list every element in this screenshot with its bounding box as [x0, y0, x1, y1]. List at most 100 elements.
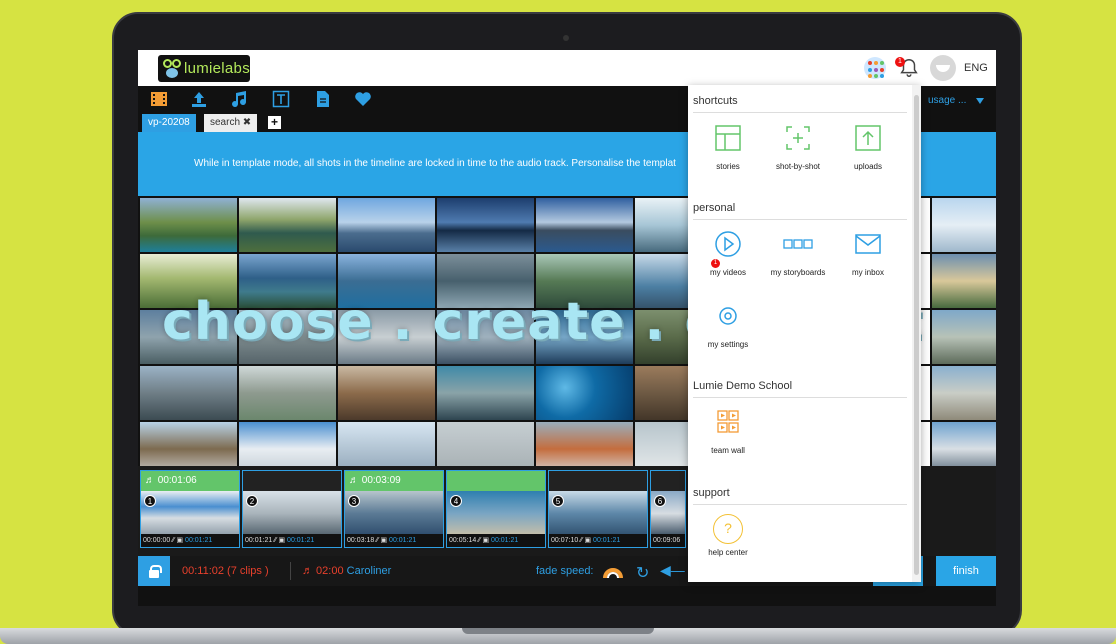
gear-icon: [719, 307, 737, 325]
fade-speed-label: fade speed:: [536, 565, 594, 577]
tab-search[interactable]: search ✖: [204, 114, 258, 132]
add-tab-button[interactable]: +: [268, 116, 281, 129]
timeline-clip[interactable]: 4 00:05:14 ⁄⁄ ▣ 00:01:21: [446, 470, 546, 548]
clip-music-duration: ♬ 00:03:09: [345, 471, 443, 491]
chevron-down-icon[interactable]: [976, 98, 984, 104]
clip-times: 00:01:21 ⁄⁄ ▣ 00:01:21: [243, 534, 341, 547]
document-icon[interactable]: [314, 90, 332, 108]
media-thumbnail[interactable]: [437, 366, 534, 420]
banner-text: While in template mode, all shots in the…: [194, 158, 676, 169]
media-thumbnail[interactable]: [239, 198, 336, 252]
tab-project[interactable]: vp-20208: [142, 114, 196, 132]
clip-thumbnail: [243, 491, 341, 536]
clip-length: 00:01:21: [185, 537, 213, 544]
personal-my-inbox[interactable]: my inbox: [832, 229, 904, 277]
media-thumbnail[interactable]: [437, 198, 534, 252]
notification-badge: 1: [895, 57, 905, 67]
clip-length: 00:01:21: [389, 537, 417, 544]
media-thumbnail[interactable]: [338, 366, 435, 420]
clip-thumbnail: [345, 491, 443, 536]
clip-mute-film-icon[interactable]: ⁄⁄ ▣: [272, 537, 287, 544]
timeline-clip[interactable]: ♬ 00:03:09 3 00:03:18 ⁄⁄ ▣ 00:01:21: [344, 470, 444, 548]
personal-label: my settings: [707, 340, 749, 349]
clip-start-time: 00:00:00: [143, 537, 171, 544]
fade-speed-gauge-icon[interactable]: [603, 563, 623, 583]
media-thumbnail[interactable]: [239, 366, 336, 420]
shortcuts-panel: shortcuts stories shot-by-shot uploads p…: [688, 85, 921, 582]
logo[interactable]: lumielabs: [158, 55, 250, 82]
clip-length: 00:01:21: [593, 537, 621, 544]
divider: [693, 219, 907, 220]
volume-icon[interactable]: ◀—: [660, 562, 685, 579]
section-title-school: Lumie Demo School: [693, 380, 793, 392]
clip-music-duration: ♬ 00:01:06: [141, 471, 239, 491]
personal-label: my videos: [709, 268, 746, 277]
clip-music-duration: [549, 471, 647, 491]
upload-icon[interactable]: [190, 90, 208, 108]
timeline-clip[interactable]: 5 00:07:10 ⁄⁄ ▣ 00:01:21: [548, 470, 648, 548]
personal-label: my inbox: [851, 268, 884, 277]
panel-scrollbar[interactable]: [912, 85, 921, 582]
section-title-support: support: [693, 487, 730, 499]
media-thumbnail[interactable]: [140, 366, 237, 420]
shortcut-label: shot-by-shot: [775, 162, 821, 171]
stories-icon: [715, 125, 741, 151]
finish-button[interactable]: finish: [936, 556, 996, 586]
divider: [290, 562, 291, 580]
avatar[interactable]: [930, 55, 956, 81]
clip-number: 6: [654, 495, 666, 507]
support-help-center[interactable]: ? help center: [692, 514, 764, 557]
music-icon[interactable]: [230, 90, 248, 108]
media-thumbnail[interactable]: [932, 198, 996, 252]
personal-my-videos[interactable]: my videos 1: [692, 229, 764, 277]
film-icon[interactable]: [150, 90, 168, 108]
team-wall-icon: [717, 410, 739, 433]
divider: [693, 504, 907, 505]
shortcut-shot-by-shot[interactable]: shot-by-shot: [762, 123, 834, 171]
media-thumbnail[interactable]: [932, 366, 996, 420]
section-title-personal: personal: [693, 202, 736, 214]
clip-mute-film-icon[interactable]: ⁄⁄ ▣: [170, 537, 185, 544]
media-thumbnail[interactable]: [536, 198, 633, 252]
timeline-clip[interactable]: ♬ 00:01:06 1 00:00:00 ⁄⁄ ▣ 00:01:21: [140, 470, 240, 548]
media-thumbnail[interactable]: [932, 310, 996, 364]
storyboard-icon: [783, 239, 813, 249]
media-thumbnail[interactable]: [140, 198, 237, 252]
apps-grid-icon[interactable]: [864, 57, 886, 79]
shortcut-uploads[interactable]: uploads: [832, 123, 904, 171]
media-thumbnail[interactable]: [338, 198, 435, 252]
clip-music-duration: [651, 471, 685, 491]
music-track[interactable]: ♬ 02:00 Caroliner: [302, 565, 391, 577]
clip-music-duration: [447, 471, 545, 491]
clip-start-time: 00:07:10: [551, 537, 579, 544]
clip-thumbnail: [141, 491, 239, 536]
timeline-clip[interactable]: 6 00:09:06: [650, 470, 686, 548]
logo-text: lumielabs: [183, 60, 250, 77]
personal-my-storyboards[interactable]: my storyboards: [762, 229, 834, 277]
clip-mute-film-icon[interactable]: ⁄⁄ ▣: [374, 537, 389, 544]
personal-label: my storyboards: [770, 268, 826, 277]
laptop-notch: [462, 628, 654, 634]
school-team-wall[interactable]: team wall: [692, 407, 764, 455]
personal-my-settings[interactable]: my settings: [692, 301, 764, 349]
clip-number: 4: [450, 495, 462, 507]
media-thumbnail[interactable]: [932, 254, 996, 308]
lock-button[interactable]: [138, 556, 170, 586]
total-duration: 00:11:02 (7 clips ): [182, 565, 269, 577]
clip-start-time: 00:09:06: [653, 537, 681, 544]
heart-icon[interactable]: [354, 90, 372, 108]
clip-thumbnail: [549, 491, 647, 536]
clip-mute-film-icon[interactable]: ⁄⁄ ▣: [578, 537, 593, 544]
clip-mute-film-icon[interactable]: ⁄⁄ ▣: [476, 537, 491, 544]
clip-times: 00:09:06: [651, 534, 685, 547]
text-icon[interactable]: [272, 90, 290, 108]
timeline-clip[interactable]: 2 00:01:21 ⁄⁄ ▣ 00:01:21: [242, 470, 342, 548]
usage-menu[interactable]: usage ...: [928, 95, 966, 106]
media-thumbnail[interactable]: [536, 366, 633, 420]
clip-times: 00:05:14 ⁄⁄ ▣ 00:01:21: [447, 534, 545, 547]
refresh-icon[interactable]: ↻: [636, 563, 649, 583]
shortcut-stories[interactable]: stories: [692, 123, 764, 171]
clip-length: 00:01:21: [287, 537, 315, 544]
language-selector[interactable]: ENG: [964, 62, 988, 74]
clip-times: 00:03:18 ⁄⁄ ▣ 00:01:21: [345, 534, 443, 547]
